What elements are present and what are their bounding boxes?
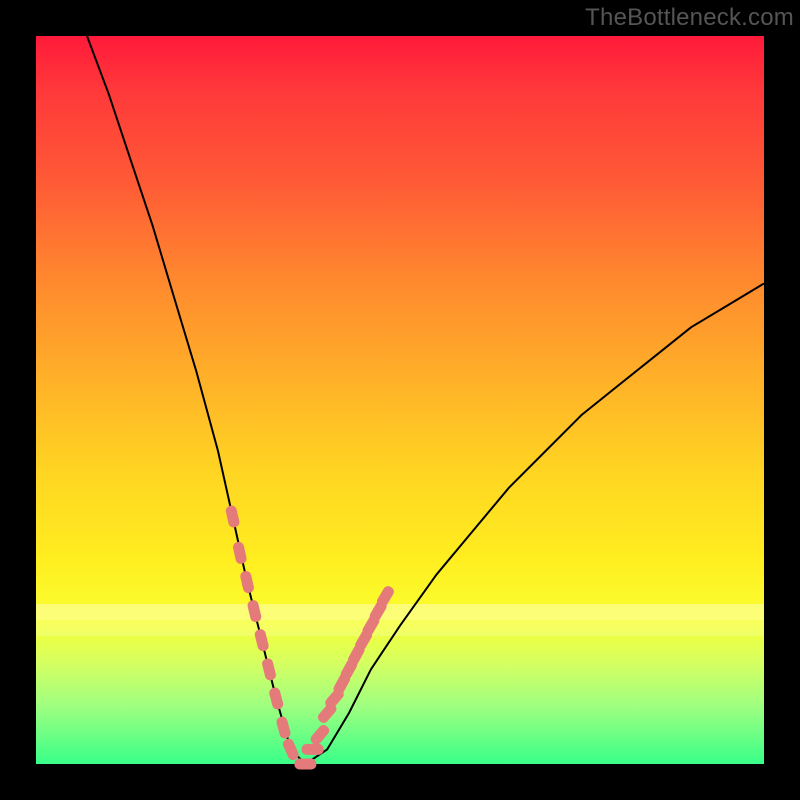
curve-marker [275,716,291,740]
curve-marker [261,657,277,681]
marker-group [225,505,396,770]
plot-area [36,36,764,764]
curve-marker [302,744,324,755]
curve-marker [294,759,316,770]
curve-svg [36,36,764,764]
curve-marker [232,541,248,565]
curve-marker [309,723,332,747]
bottleneck-curve [87,36,764,764]
curve-marker [225,505,241,529]
curve-marker [247,599,263,623]
chart-frame: TheBottleneck.com [0,0,800,800]
curve-marker [239,570,255,594]
curve-marker [254,628,270,652]
curve-marker [268,686,284,710]
watermark-text: TheBottleneck.com [585,4,794,32]
curve-marker [281,737,300,762]
